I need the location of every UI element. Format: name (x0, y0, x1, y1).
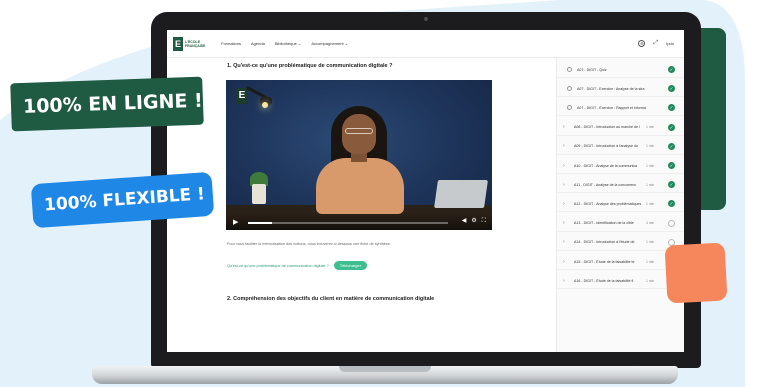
video-controls: ▶ ◀ ⚙ ⛶ (226, 214, 492, 230)
topbar-actions: ⚙ ⤢ Ipdo (638, 40, 674, 47)
sidebar-item-duration: 1 min (646, 259, 655, 264)
nav-item-agenda[interactable]: Agenda (251, 41, 265, 46)
summary-paragraph: Pour vous faciliter la mémorisation des … (227, 242, 391, 246)
video-progress-bar[interactable] (248, 222, 448, 224)
sidebar-lesson-item[interactable]: › A16 - DIGIT - Étude de la faisabilité f… (557, 273, 684, 290)
sidebar-item-duration: 1 min (646, 182, 655, 187)
pending-circle-icon (668, 219, 675, 227)
presenter-glasses (345, 128, 373, 134)
expand-icon[interactable]: ⤢ (653, 40, 658, 47)
course-sidebar: A07 - DIGIT - Quiz ✓ A07 - DIGIT - Exercic… (556, 58, 684, 352)
sidebar-item-duration: 1 min (646, 163, 655, 168)
download-button[interactable]: Télécharger (333, 261, 368, 270)
laptop-screen: E L'ÉCOLE FRANÇAISE Formations Agenda Bi… (167, 30, 684, 352)
check-icon: ✓ (668, 162, 675, 169)
sidebar-lesson-item[interactable]: › A11 - DIGIT - Analyse de la concurrenc 1… (557, 177, 684, 194)
sidebar-item-duration: 1 min (646, 201, 655, 206)
volume-icon[interactable]: ◀ (462, 218, 467, 225)
main-nav: Formations Agenda Bibliothèque ⌄ Accompa… (221, 41, 348, 46)
sidebar-item-label: A14 - DIGIT - Introduction à l'étude de (574, 240, 635, 245)
sidebar-lesson-item[interactable]: A07 - DIGIT - Exercice : Analyse de la s… (557, 81, 684, 98)
video-logo: E (236, 88, 248, 104)
check-icon: ✓ (668, 104, 675, 112)
sidebar-item-duration: 1 min (646, 144, 655, 149)
plant-pot (252, 184, 266, 204)
chevron-right-icon: › (563, 200, 565, 207)
chevron-right-icon: › (563, 162, 565, 169)
logo-text: L'ÉCOLE FRANÇAISE (185, 39, 206, 48)
chevron-right-icon: › (563, 124, 565, 131)
next-section-title: 2. Compréhension des objectifs du client… (227, 296, 435, 302)
badge-online: 100% EN LIGNE ! (10, 76, 204, 132)
check-icon: ✓ (668, 142, 675, 150)
laptop-notch (339, 366, 431, 372)
sidebar-lesson-item[interactable]: A07 - DIGIT - Exercice : Rapport et info… (557, 100, 684, 117)
sidebar-lesson-item[interactable]: A07 - DIGIT - Quiz ✓ (557, 62, 684, 78)
chevron-down-icon: ⌄ (344, 41, 349, 46)
webcam-dot (424, 17, 428, 21)
chevron-down-icon: ⌄ (297, 41, 302, 46)
play-icon[interactable]: ▶ (233, 219, 238, 226)
sidebar-lesson-item[interactable]: › A09 - DIGIT - Introduction à l'analyse … (557, 139, 684, 155)
check-icon: ✓ (668, 85, 675, 93)
laptop-in-video (434, 180, 488, 208)
sidebar-lesson-item[interactable]: › A13 - DIGIT - Identification de la cibl… (557, 216, 684, 232)
check-icon: ✓ (668, 123, 675, 131)
fullscreen-icon[interactable]: ⛶ (482, 218, 486, 225)
sidebar-item-label: A08 - DIGIT - Introduction au marché de … (574, 125, 640, 130)
sidebar-item-label: A09 - DIGIT - Introduction à l'analyse d… (574, 144, 638, 149)
logo-mark[interactable]: E (173, 36, 183, 51)
sidebar-item-label: A07 - DIGIT - Exercice : Rapport et info… (577, 105, 646, 110)
chevron-right-icon: › (563, 239, 565, 246)
nav-item-accompagnement[interactable]: Accompagnement ⌄ (311, 41, 348, 46)
chevron-right-icon: › (563, 277, 565, 284)
decorative-orange-square (664, 242, 728, 304)
sidebar-lesson-item[interactable]: › A12 - DIGIT - Analyse des problèmatique… (557, 196, 684, 213)
sidebar-item-duration: 4 min (646, 221, 655, 226)
sidebar-item-label: A07 - DIGIT - Quiz (577, 67, 607, 72)
presenter-face (342, 114, 376, 154)
nav-item-label: Accompagnement (311, 41, 344, 46)
sidebar-lesson-item[interactable]: › A10 - DIGIT - Analyse de la communica 1 … (557, 158, 684, 174)
download-row: Qu'est-ce qu'une problématique de commun… (227, 261, 368, 270)
nav-item-bibliotheque[interactable]: Bibliothèque ⌄ (275, 41, 302, 46)
chevron-right-icon: › (563, 220, 565, 227)
user-menu[interactable]: Ipdo (666, 41, 674, 46)
radio-icon (567, 105, 572, 111)
sidebar-item-label: A16 - DIGIT - Étude de la faisabilité fi (574, 278, 634, 283)
settings-icon[interactable]: ⚙ (638, 40, 646, 47)
sidebar-item-label: A10 - DIGIT - Analyse de la communica (574, 163, 638, 168)
lamp-light (262, 102, 268, 108)
video-player[interactable]: E ▶ ◀ ⚙ ⛶ (226, 80, 492, 230)
sidebar-item-duration: 1 min (646, 278, 655, 283)
video-control-icons: ◀ ⚙ ⛶ (462, 218, 486, 225)
sidebar-item-label: A12 - DIGIT - Analyse des problèmatiques (574, 201, 642, 206)
check-icon: ✓ (668, 200, 675, 208)
presenter-body (316, 158, 404, 214)
chevron-right-icon: › (563, 181, 565, 188)
check-icon: ✓ (668, 66, 675, 73)
settings-icon[interactable]: ⚙ (471, 218, 476, 225)
sidebar-item-label: A07 - DIGIT - Exercice : Analyse de la s… (577, 86, 645, 91)
sidebar-item-label: A15 - DIGIT - Étude de la faisabilité te (574, 259, 635, 264)
download-link[interactable]: Qu'est-ce qu'une problématique de commun… (227, 264, 329, 268)
sidebar-item-label: A13 - DIGIT - Identification de la cible (574, 221, 634, 226)
check-icon: ✓ (668, 181, 675, 189)
nav-item-label: Bibliothèque (274, 41, 297, 46)
sidebar-item-duration: 1 min (646, 240, 655, 245)
chevron-right-icon: › (563, 143, 565, 150)
sidebar-item-duration: 1 min (646, 125, 655, 130)
radio-icon (567, 86, 572, 92)
video-progress-fill (248, 222, 272, 224)
sidebar-lesson-item[interactable]: › A14 - DIGIT - Introduction à l'étude de… (557, 235, 684, 251)
sidebar-lesson-item[interactable]: › A08 - DIGIT - Introduction au marché de… (557, 120, 684, 136)
chevron-right-icon: › (563, 258, 565, 265)
top-navigation-bar: E L'ÉCOLE FRANÇAISE Formations Agenda Bi… (167, 30, 684, 58)
question-title: 1. Qu'est-ce qu'une problématique de com… (227, 63, 393, 69)
nav-item-formations[interactable]: Formations (221, 41, 241, 46)
sidebar-item-label: A11 - DIGIT - Analyse de la concurrenc (574, 182, 637, 187)
radio-icon (567, 67, 572, 72)
